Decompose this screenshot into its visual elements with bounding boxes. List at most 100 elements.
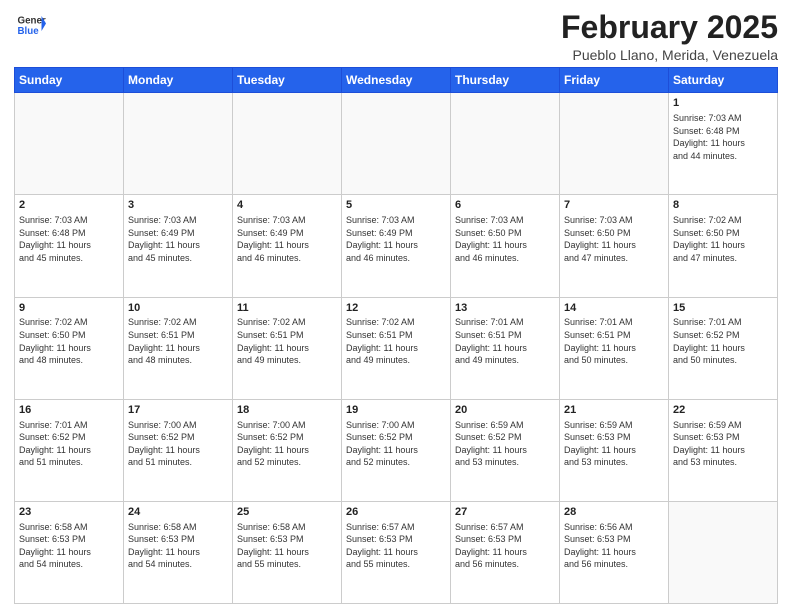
day-number: 8 (673, 198, 773, 213)
day-info: Sunrise: 7:02 AM Sunset: 6:51 PM Dayligh… (346, 316, 446, 366)
day-number: 15 (673, 301, 773, 316)
day-info: Sunrise: 7:01 AM Sunset: 6:52 PM Dayligh… (673, 316, 773, 366)
day-info: Sunrise: 7:03 AM Sunset: 6:48 PM Dayligh… (673, 112, 773, 162)
weekday-header-monday: Monday (124, 68, 233, 93)
month-title: February 2025 (561, 10, 778, 45)
week-row-3: 9Sunrise: 7:02 AM Sunset: 6:50 PM Daylig… (15, 297, 778, 399)
day-number: 9 (19, 301, 119, 316)
day-info: Sunrise: 7:03 AM Sunset: 6:49 PM Dayligh… (237, 214, 337, 264)
day-cell: 23Sunrise: 6:58 AM Sunset: 6:53 PM Dayli… (15, 501, 124, 603)
day-cell: 22Sunrise: 6:59 AM Sunset: 6:53 PM Dayli… (669, 399, 778, 501)
day-info: Sunrise: 7:03 AM Sunset: 6:49 PM Dayligh… (346, 214, 446, 264)
day-cell (560, 93, 669, 195)
day-number: 1 (673, 96, 773, 111)
day-number: 14 (564, 301, 664, 316)
weekday-header-row: SundayMondayTuesdayWednesdayThursdayFrid… (15, 68, 778, 93)
day-cell: 2Sunrise: 7:03 AM Sunset: 6:48 PM Daylig… (15, 195, 124, 297)
day-number: 18 (237, 403, 337, 418)
day-number: 10 (128, 301, 228, 316)
weekday-header-sunday: Sunday (15, 68, 124, 93)
day-cell: 18Sunrise: 7:00 AM Sunset: 6:52 PM Dayli… (233, 399, 342, 501)
logo-area: General Blue (14, 10, 46, 45)
page: General Blue February 2025 Pueblo Llano,… (0, 0, 792, 612)
day-cell (15, 93, 124, 195)
week-row-5: 23 Sunrise: 6:58 AM Sunset: 6:53 PM Dayli… (15, 501, 778, 603)
week-row-4: 16Sunrise: 7:01 AM Sunset: 6:52 PM Dayli… (15, 399, 778, 501)
day-info: Sunrise: 7:02 AM Sunset: 6:50 PM Dayligh… (19, 316, 119, 366)
weekday-header-friday: Friday (560, 68, 669, 93)
day-info: Sunrise: 7:03 AM Sunset: 6:49 PM Dayligh… (128, 214, 228, 264)
day-info: Sunrise: 7:02 AM Sunset: 6:51 PM Dayligh… (128, 316, 228, 366)
day-cell: 11Sunrise: 7:02 AM Sunset: 6:51 PM Dayli… (233, 297, 342, 399)
day-cell: 20Sunrise: 6:59 AM Sunset: 6:52 PM Dayli… (451, 399, 560, 501)
day-info: Sunrise: 7:03 AM Sunset: 6:48 PM Dayligh… (19, 214, 119, 264)
day-info: Sunrise: 7:00 AM Sunset: 6:52 PM Dayligh… (128, 419, 228, 469)
day-number: 4 (237, 198, 337, 213)
day-cell: 17Sunrise: 7:00 AM Sunset: 6:52 PM Dayli… (124, 399, 233, 501)
day-number: 26 (346, 505, 446, 520)
day-info: Sunrise: 6:59 AM Sunset: 6:52 PM Dayligh… (455, 419, 555, 469)
day-cell: 13Sunrise: 7:01 AM Sunset: 6:51 PM Dayli… (451, 297, 560, 399)
logo-icon: General Blue (16, 10, 46, 40)
day-info: Sunrise: 6:57 AM Sunset: 6:53 PM Dayligh… (346, 521, 446, 571)
day-number: 13 (455, 301, 555, 316)
day-info: Sunrise: 7:01 AM Sunset: 6:52 PM Dayligh… (19, 419, 119, 469)
day-info: Sunrise: 7:00 AM Sunset: 6:52 PM Dayligh… (346, 419, 446, 469)
day-info: Sunrise: 7:03 AM Sunset: 6:50 PM Dayligh… (455, 214, 555, 264)
day-cell: 7Sunrise: 7:03 AM Sunset: 6:50 PM Daylig… (560, 195, 669, 297)
day-cell: 21Sunrise: 6:59 AM Sunset: 6:53 PM Dayli… (560, 399, 669, 501)
day-cell: 4Sunrise: 7:03 AM Sunset: 6:49 PM Daylig… (233, 195, 342, 297)
day-cell: 25Sunrise: 6:58 AM Sunset: 6:53 PM Dayli… (233, 501, 342, 603)
day-number: 11 (237, 301, 337, 316)
day-number: 3 (128, 198, 228, 213)
day-info: Sunrise: 7:02 AM Sunset: 6:50 PM Dayligh… (673, 214, 773, 264)
day-number: 23 (19, 505, 119, 520)
day-number: 17 (128, 403, 228, 418)
day-number: 6 (455, 198, 555, 213)
day-number: 12 (346, 301, 446, 316)
day-cell: 16Sunrise: 7:01 AM Sunset: 6:52 PM Dayli… (15, 399, 124, 501)
day-info: Sunrise: 7:01 AM Sunset: 6:51 PM Dayligh… (455, 316, 555, 366)
day-number: 25 (237, 505, 337, 520)
day-info: Sunrise: 7:01 AM Sunset: 6:51 PM Dayligh… (564, 316, 664, 366)
day-cell (233, 93, 342, 195)
day-info: Sunrise: 6:59 AM Sunset: 6:53 PM Dayligh… (673, 419, 773, 469)
week-row-2: 2Sunrise: 7:03 AM Sunset: 6:48 PM Daylig… (15, 195, 778, 297)
day-cell: 26Sunrise: 6:57 AM Sunset: 6:53 PM Dayli… (342, 501, 451, 603)
day-info: Sunrise: 7:00 AM Sunset: 6:52 PM Dayligh… (237, 419, 337, 469)
day-info: Sunrise: 7:02 AM Sunset: 6:51 PM Dayligh… (237, 316, 337, 366)
day-info: Sunrise: 6:59 AM Sunset: 6:53 PM Dayligh… (564, 419, 664, 469)
day-cell: 19Sunrise: 7:00 AM Sunset: 6:52 PM Dayli… (342, 399, 451, 501)
day-cell (669, 501, 778, 603)
day-info: Sunrise: 6:58 AM Sunset: 6:53 PM Dayligh… (128, 521, 228, 571)
weekday-header-saturday: Saturday (669, 68, 778, 93)
day-cell: 12Sunrise: 7:02 AM Sunset: 6:51 PM Dayli… (342, 297, 451, 399)
day-info: Sunrise: 7:03 AM Sunset: 6:50 PM Dayligh… (564, 214, 664, 264)
day-number: 5 (346, 198, 446, 213)
day-number: 24 (128, 505, 228, 520)
day-cell: 14Sunrise: 7:01 AM Sunset: 6:51 PM Dayli… (560, 297, 669, 399)
day-cell (124, 93, 233, 195)
day-info: Sunrise: 6:56 AM Sunset: 6:53 PM Dayligh… (564, 521, 664, 571)
day-cell: 10Sunrise: 7:02 AM Sunset: 6:51 PM Dayli… (124, 297, 233, 399)
day-cell: 1Sunrise: 7:03 AM Sunset: 6:48 PM Daylig… (669, 93, 778, 195)
day-cell: 6Sunrise: 7:03 AM Sunset: 6:50 PM Daylig… (451, 195, 560, 297)
day-number: 2 (19, 198, 119, 213)
day-number: 20 (455, 403, 555, 418)
weekday-header-tuesday: Tuesday (233, 68, 342, 93)
day-cell: 24Sunrise: 6:58 AM Sunset: 6:53 PM Dayli… (124, 501, 233, 603)
day-cell: 8Sunrise: 7:02 AM Sunset: 6:50 PM Daylig… (669, 195, 778, 297)
weekday-header-thursday: Thursday (451, 68, 560, 93)
calendar-table: SundayMondayTuesdayWednesdayThursdayFrid… (14, 67, 778, 604)
day-cell (342, 93, 451, 195)
day-cell: 9Sunrise: 7:02 AM Sunset: 6:50 PM Daylig… (15, 297, 124, 399)
day-number: 19 (346, 403, 446, 418)
day-info: Sunrise: 6:58 AM Sunset: 6:53 PM Dayligh… (237, 521, 337, 571)
day-number: 16 (19, 403, 119, 418)
header: General Blue February 2025 Pueblo Llano,… (14, 10, 778, 63)
day-number: 27 (455, 505, 555, 520)
day-cell: 5Sunrise: 7:03 AM Sunset: 6:49 PM Daylig… (342, 195, 451, 297)
svg-text:Blue: Blue (18, 26, 40, 37)
day-number: 7 (564, 198, 664, 213)
location: Pueblo Llano, Merida, Venezuela (561, 47, 778, 63)
